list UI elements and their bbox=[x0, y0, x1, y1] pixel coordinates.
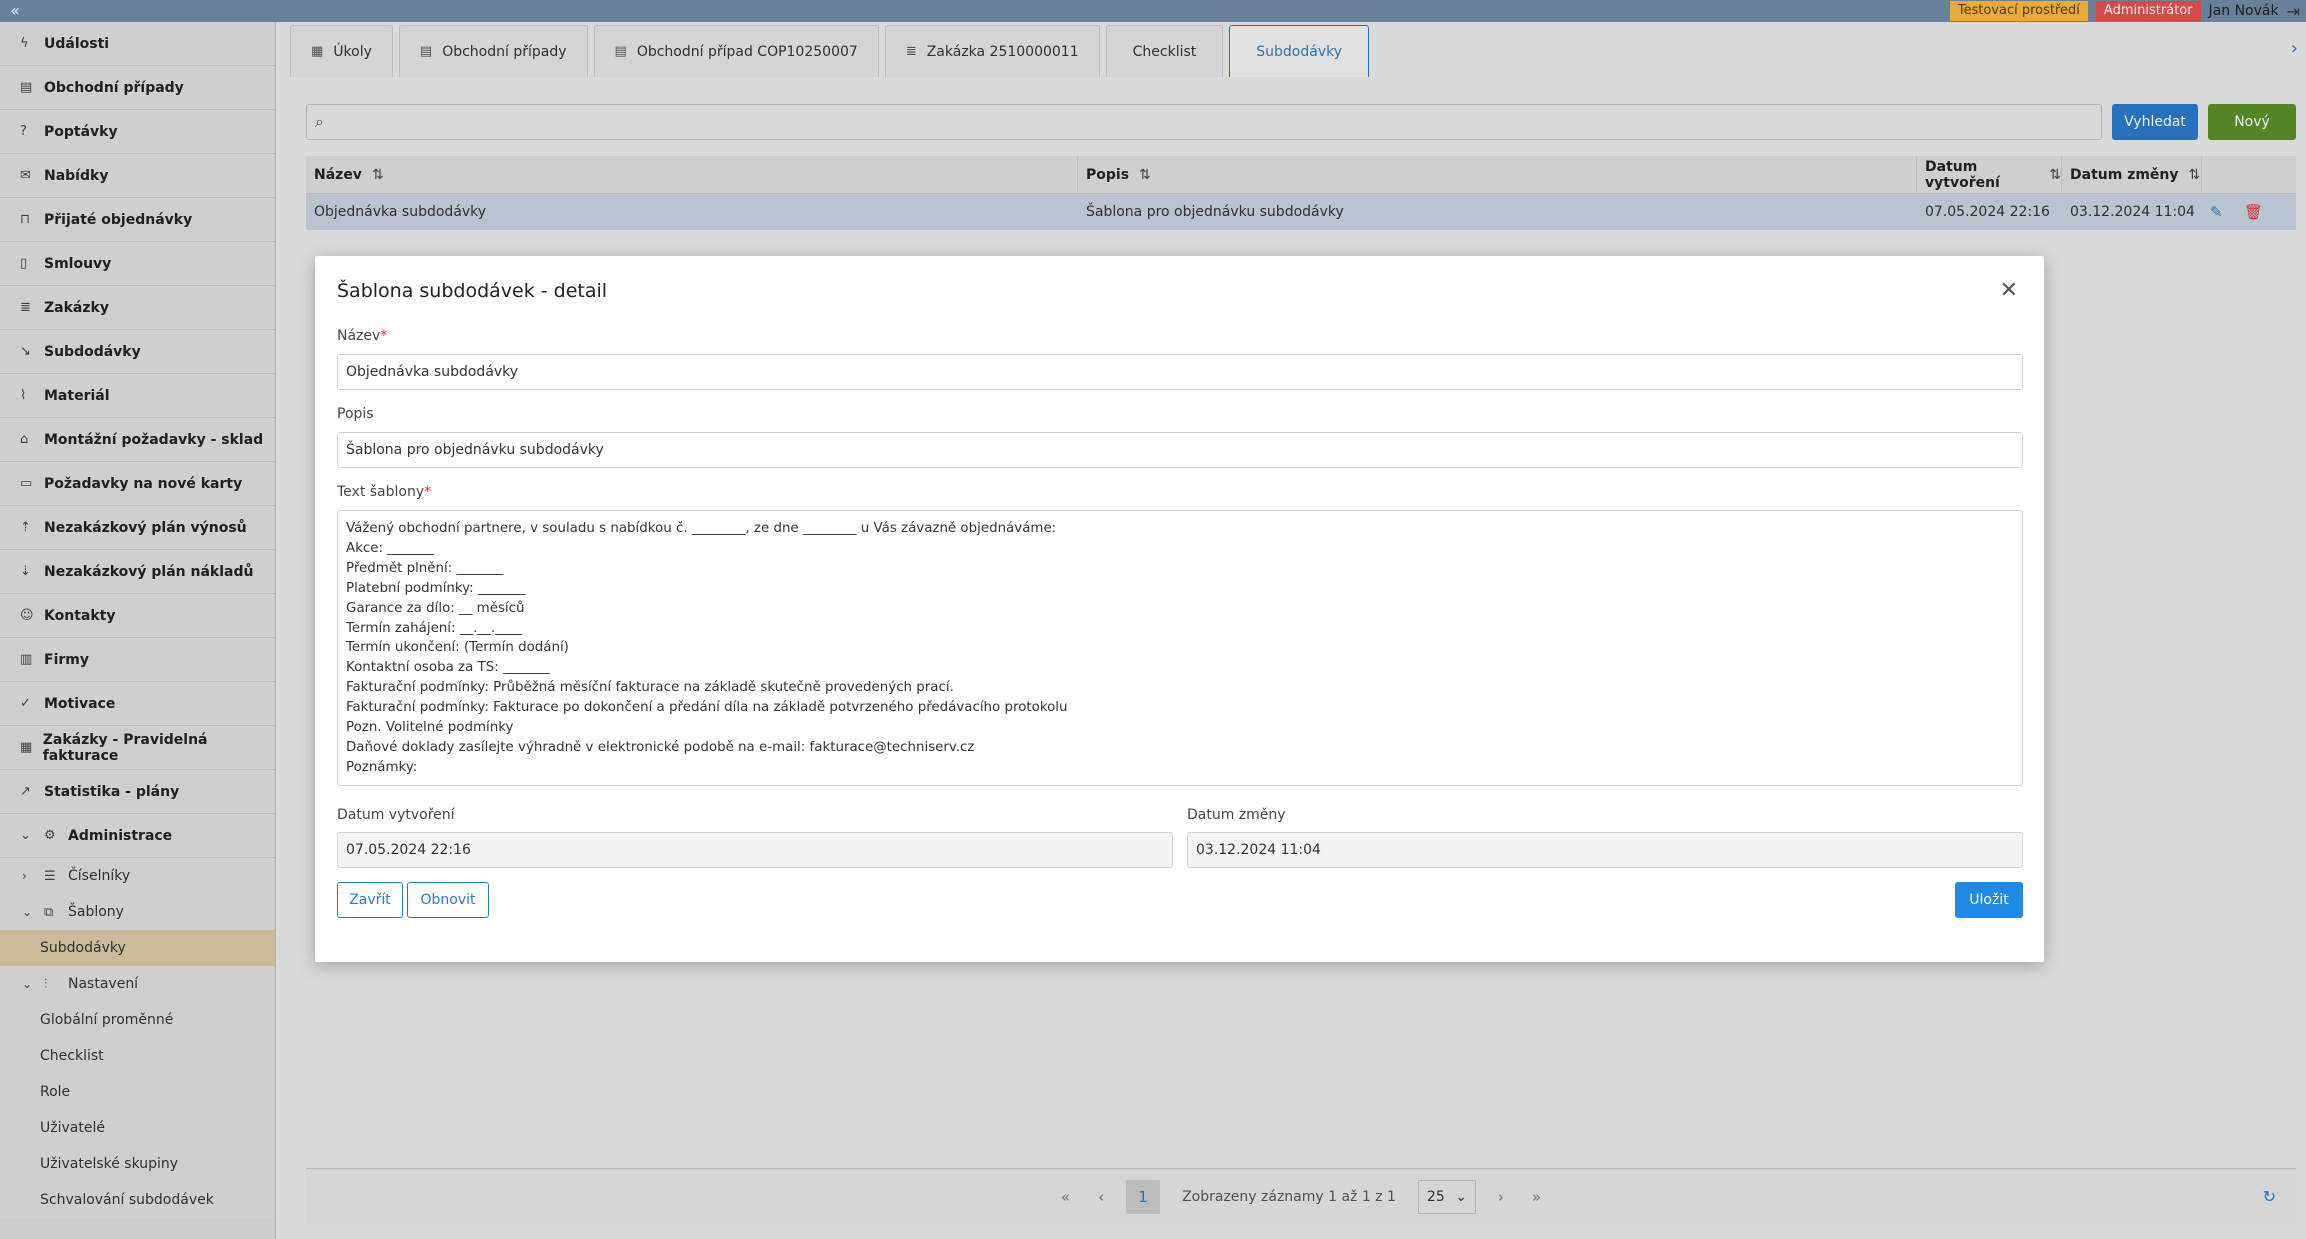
template-text-area[interactable]: Vážený obchodní partnere, v souladu s na… bbox=[337, 510, 2023, 786]
changed-field: 03.12.2024 11:04 bbox=[1187, 832, 2023, 868]
close-button[interactable]: Zavřít bbox=[337, 882, 403, 918]
description-field[interactable]: Šablona pro objednávku subdodávky bbox=[337, 432, 2023, 468]
text-line: Pozn. Volitelné podmínky bbox=[346, 720, 514, 736]
text-line: Fakturační podmínky: Fakturace po dokonč… bbox=[346, 700, 1068, 716]
created-label: Datum vytvoření bbox=[337, 807, 455, 823]
text-line: Daňové doklady zasílejte výhradně v elek… bbox=[346, 739, 975, 755]
changed-label: Datum změny bbox=[1187, 807, 1286, 823]
text-line: Poznámky: bbox=[346, 759, 418, 775]
text-line: Vážený obchodní partnere, v souladu s na… bbox=[346, 521, 1057, 536]
text-line: Platební podmínky: _______ bbox=[346, 580, 525, 596]
description-label: Popis bbox=[337, 406, 374, 422]
template-text-label: Text šablony* bbox=[337, 484, 432, 500]
text-line: Garance za dílo: __ měsíců bbox=[346, 600, 525, 616]
template-detail-modal: Šablona subdodávek - detail ✕ Název* Obj… bbox=[315, 256, 2044, 962]
close-icon[interactable]: ✕ bbox=[2000, 278, 2018, 303]
created-field: 07.05.2024 22:16 bbox=[337, 832, 1173, 868]
name-label: Název* bbox=[337, 328, 388, 344]
save-button[interactable]: Uložit bbox=[1955, 882, 2023, 918]
name-field[interactable]: Objednávka subdodávky bbox=[337, 354, 2023, 390]
text-line: Akce: _______ bbox=[346, 540, 435, 556]
text-line: Fakturační podmínky: Průběžná měsíční fa… bbox=[346, 680, 954, 696]
text-line: Kontaktní osoba za TS: _______ bbox=[346, 660, 550, 676]
text-line: Termín zahájení: __.__.____ bbox=[346, 620, 522, 636]
modal-title: Šablona subdodávek - detail bbox=[337, 280, 608, 302]
text-line: Předmět plnění: _______ bbox=[346, 560, 504, 576]
text-line: Termín ukončení: (Termín dodání) bbox=[346, 640, 569, 656]
refresh-button[interactable]: Obnovit bbox=[407, 882, 489, 918]
